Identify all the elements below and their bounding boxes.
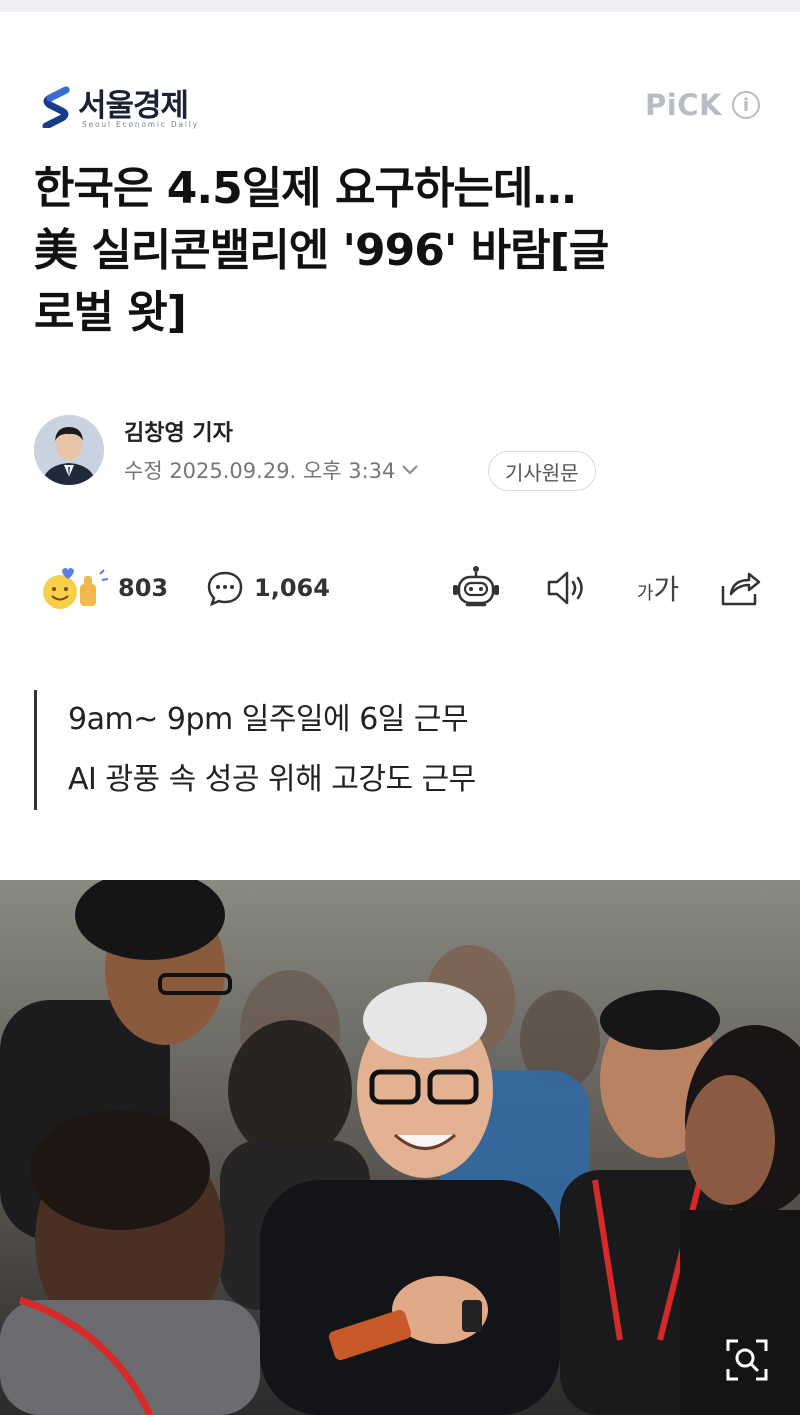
zoom-search-icon[interactable] bbox=[724, 1337, 770, 1383]
reaction-count: 803 bbox=[118, 574, 169, 602]
comment-bubble-icon bbox=[207, 571, 243, 607]
author-portrait-icon bbox=[34, 415, 104, 485]
headline-line: 美 실리콘밸리엔 '996' 바람[글 bbox=[34, 225, 609, 276]
publisher-s-logo-icon bbox=[42, 86, 70, 128]
text-to-speech-button[interactable] bbox=[544, 568, 590, 608]
info-icon[interactable]: i bbox=[732, 91, 760, 119]
article-action-bar: 803 1,064 가가 bbox=[40, 560, 762, 616]
modified-timestamp[interactable]: 수정 2025.09.29. 오후 3:34 bbox=[124, 455, 419, 485]
article-photo[interactable] bbox=[0, 880, 800, 1415]
publisher-name: 서울경제 bbox=[78, 88, 189, 124]
share-button[interactable] bbox=[718, 568, 762, 608]
share-icon bbox=[721, 572, 761, 606]
pick-label: PiCK bbox=[645, 88, 722, 122]
pick-badge[interactable]: PiCK i bbox=[645, 86, 760, 124]
article-summary: 9am~ 9pm 일주일에 6일 근무 AI 광풍 속 성공 위해 고강도 근무 bbox=[34, 690, 476, 810]
publisher-logo[interactable]: 서울경제 Seoul Economic Daily bbox=[40, 80, 240, 136]
summary-line: AI 광풍 속 성공 위해 고강도 근무 bbox=[68, 762, 476, 797]
publisher-subtitle: Seoul Economic Daily bbox=[82, 120, 199, 129]
article-headline: 한국은 4.5일제 요구하는데… 美 실리콘밸리엔 '996' 바람[글 로벌 … bbox=[34, 158, 764, 344]
comment-count: 1,064 bbox=[254, 574, 330, 602]
font-size-large-glyph: 가 bbox=[653, 573, 680, 606]
headline-line: 한국은 4.5일제 요구하는데… bbox=[34, 163, 576, 214]
font-size-small-glyph: 가 bbox=[636, 583, 654, 604]
top-status-strip bbox=[0, 0, 800, 12]
reaction-emoji-icon bbox=[43, 568, 109, 609]
chevron-down-icon bbox=[402, 465, 419, 475]
author-avatar[interactable] bbox=[34, 415, 104, 485]
modified-text: 수정 2025.09.29. 오후 3:34 bbox=[124, 459, 396, 483]
article-photo-image bbox=[0, 880, 800, 1415]
author-name[interactable]: 김창영 기자 bbox=[124, 415, 233, 447]
comment-button[interactable]: 1,064 bbox=[206, 566, 330, 610]
reaction-button[interactable]: 803 bbox=[40, 566, 168, 610]
speaker-icon bbox=[547, 571, 583, 605]
font-size-icon: 가가 bbox=[637, 568, 679, 608]
ai-summary-button[interactable] bbox=[450, 566, 502, 608]
headline-line: 로벌 왓] bbox=[34, 287, 187, 338]
ai-summary-robot-icon bbox=[453, 566, 499, 607]
font-size-button[interactable]: 가가 bbox=[630, 568, 686, 608]
summary-line: 9am~ 9pm 일주일에 6일 근무 bbox=[68, 702, 469, 737]
original-article-button[interactable]: 기사원문 bbox=[488, 451, 596, 491]
